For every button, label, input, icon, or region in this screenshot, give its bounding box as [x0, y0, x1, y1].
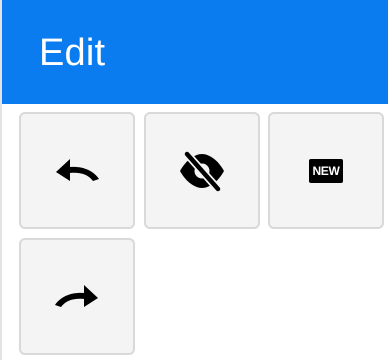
- new-button[interactable]: NEW: [268, 112, 384, 229]
- eye-off-icon: [177, 149, 227, 193]
- panel-header: Edit: [2, 0, 388, 104]
- new-badge-icon: NEW: [309, 158, 343, 183]
- redo-button[interactable]: [19, 238, 135, 355]
- undo-button[interactable]: [19, 112, 135, 229]
- new-badge-label: NEW: [312, 163, 340, 178]
- edit-panel: Edit NEW: [0, 0, 388, 360]
- hide-button[interactable]: [144, 112, 260, 229]
- redo-icon: [53, 283, 101, 311]
- undo-icon: [53, 157, 101, 185]
- panel-title: Edit: [39, 32, 106, 74]
